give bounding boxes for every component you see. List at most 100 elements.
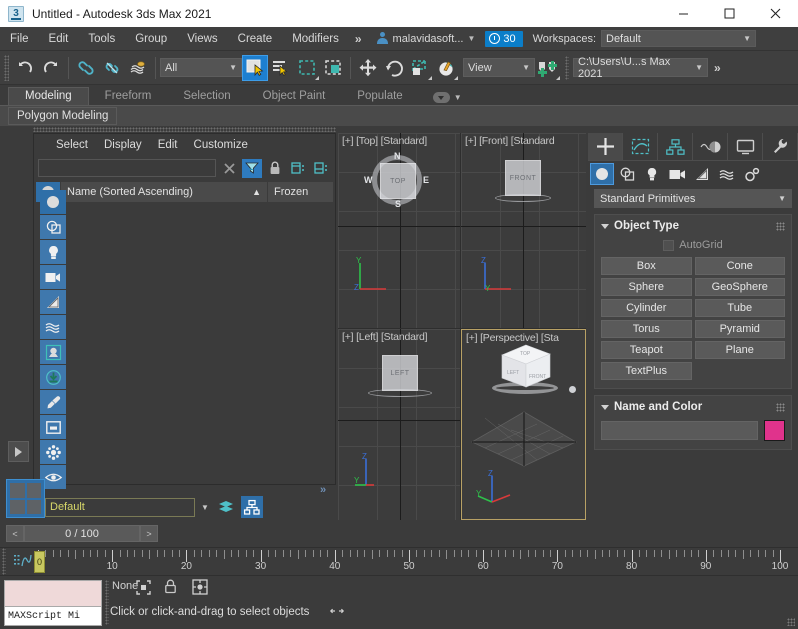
bind-to-space-warp-icon[interactable] xyxy=(125,55,151,81)
space-warps-icon[interactable] xyxy=(715,163,739,185)
plane-button[interactable]: Plane xyxy=(694,341,785,359)
cameras-icon[interactable] xyxy=(40,265,66,289)
viewcube[interactable]: FRONT xyxy=(505,160,541,196)
menu-views[interactable]: Views xyxy=(177,30,227,48)
helpers-icon[interactable] xyxy=(40,290,66,314)
viewcube[interactable]: TOP xyxy=(380,163,416,199)
account-menu[interactable]: malavidasoft... ▼ xyxy=(372,30,480,47)
torus-button[interactable]: Torus xyxy=(601,320,692,338)
toolbar-grip[interactable] xyxy=(4,54,9,81)
shapes-icon[interactable] xyxy=(615,163,639,185)
hierarchy-tab-icon[interactable] xyxy=(658,133,693,160)
rollout-name-and-color-header[interactable]: Name and Color xyxy=(601,400,785,418)
selection-lock-icon[interactable] xyxy=(164,579,177,597)
object-name-input[interactable] xyxy=(601,421,758,440)
curve-editor-icon[interactable] xyxy=(14,553,32,571)
viewport-top[interactable]: TOP N W E S YZ [+] [Top] [Standard] xyxy=(338,133,460,328)
helpers-icon[interactable] xyxy=(690,163,714,185)
toolbar-overflow-chevron[interactable]: » xyxy=(708,58,727,78)
explorer-menu-edit[interactable]: Edit xyxy=(158,139,178,151)
explorer-search-input[interactable] xyxy=(38,159,216,177)
close-icon[interactable] xyxy=(752,0,798,27)
window-resize-grip[interactable] xyxy=(787,618,795,626)
maxscript-mini-listener[interactable]: MAXScript Mi xyxy=(4,580,102,626)
viewport-label-left[interactable]: [+] [Left] [Standard] xyxy=(342,331,428,343)
explorer-drag-grip[interactable] xyxy=(33,127,336,132)
select-and-uniform-scale-icon[interactable] xyxy=(407,55,433,81)
lock-selection-icon[interactable] xyxy=(136,580,151,598)
expand-toolbar-button[interactable] xyxy=(8,441,29,462)
previous-frame-button[interactable]: < xyxy=(6,525,24,542)
viewcube[interactable]: TOP LEFT FRONT xyxy=(500,344,554,396)
viewcube-ring[interactable] xyxy=(368,389,432,397)
menu-create[interactable]: Create xyxy=(228,30,283,48)
explorer-column-name[interactable]: Name (Sorted Ascending) ▲ xyxy=(60,182,267,202)
project-folder-select[interactable]: C:\Users\U...s Max 2021 ▼ xyxy=(573,56,708,80)
archive-icon[interactable] xyxy=(40,415,66,439)
lock-icon[interactable] xyxy=(265,159,285,178)
trial-days-badge[interactable]: 30 xyxy=(485,30,523,47)
lights-icon[interactable] xyxy=(640,163,664,185)
viewport-label-front[interactable]: [+] [Front] [Standard xyxy=(465,135,555,147)
scene-explorer-icon[interactable] xyxy=(241,496,263,518)
tab-modeling[interactable]: Modeling xyxy=(8,87,89,105)
use-pivot-point-center-icon[interactable] xyxy=(535,55,561,81)
minimize-icon[interactable] xyxy=(660,0,706,27)
cone-button[interactable]: Cone xyxy=(694,257,785,275)
viewport-label-top[interactable]: [+] [Top] [Standard] xyxy=(342,135,427,147)
menu-tools[interactable]: Tools xyxy=(78,30,125,48)
box-button[interactable]: Box xyxy=(601,257,692,275)
next-frame-button[interactable]: > xyxy=(140,525,158,542)
menu-file[interactable]: File xyxy=(0,30,39,48)
geometry-icon[interactable] xyxy=(40,190,66,214)
undo-icon[interactable] xyxy=(12,55,38,81)
viewport-perspective[interactable]: TOP LEFT FRONT ZY [+] [Perspective] [Sta xyxy=(461,329,586,520)
viewport-front[interactable]: FRONT ZY [+] [Front] [Standard xyxy=(461,133,586,328)
textplus-button[interactable]: TextPlus xyxy=(601,362,692,380)
eyedropper-icon[interactable] xyxy=(40,390,66,414)
select-and-move-icon[interactable] xyxy=(355,55,381,81)
explorer-menu-customize[interactable]: Customize xyxy=(194,139,248,151)
subtab-polygon-modeling[interactable]: Polygon Modeling xyxy=(8,107,118,125)
lights-icon[interactable] xyxy=(40,240,66,264)
chevron-down-icon[interactable]: ▼ xyxy=(199,503,211,512)
select-and-link-icon[interactable] xyxy=(73,55,99,81)
window-crossing-icon[interactable] xyxy=(320,55,346,81)
autogrid-row[interactable]: AutoGrid xyxy=(601,237,785,257)
create-tab-icon[interactable] xyxy=(588,133,623,160)
motion-tab-icon[interactable] xyxy=(693,133,728,160)
geosphere-button[interactable]: GeoSphere xyxy=(694,278,785,296)
maximize-icon[interactable] xyxy=(706,0,752,27)
current-layer-select[interactable]: Default xyxy=(45,497,195,517)
sphere-button[interactable]: Sphere xyxy=(601,278,692,296)
workspace-select[interactable]: Default ▼ xyxy=(601,30,756,47)
absolute-relative-transform-icon[interactable] xyxy=(192,579,208,598)
viewport-label-perspective[interactable]: [+] [Perspective] [Sta xyxy=(466,332,559,344)
snapshot-icon[interactable] xyxy=(40,440,66,464)
transform-spinner-arrows-icon[interactable] xyxy=(329,606,345,619)
time-slider-handle[interactable]: 0 xyxy=(34,551,45,573)
select-object-icon[interactable] xyxy=(242,54,268,81)
clear-search-icon[interactable] xyxy=(219,159,239,178)
utilities-tab-icon[interactable] xyxy=(763,133,798,160)
menu-group[interactable]: Group xyxy=(125,30,177,48)
shapes-icon[interactable] xyxy=(40,215,66,239)
redo-icon[interactable] xyxy=(38,55,64,81)
menu-modifiers[interactable]: Modifiers xyxy=(282,30,349,48)
tab-object-paint[interactable]: Object Paint xyxy=(247,88,342,105)
menu-edit[interactable]: Edit xyxy=(39,30,79,48)
import-icon[interactable] xyxy=(40,365,66,389)
tube-button[interactable]: Tube xyxy=(694,299,785,317)
select-by-name-icon[interactable] xyxy=(268,55,294,81)
systems-icon[interactable] xyxy=(40,340,66,364)
explorer-column-frozen[interactable]: Frozen xyxy=(267,182,333,202)
explorer-menu-select[interactable]: Select xyxy=(56,139,88,151)
cylinder-button[interactable]: Cylinder xyxy=(601,299,692,317)
menu-overflow-chevron[interactable]: » xyxy=(349,29,368,49)
primitive-category-select[interactable]: Standard Primitives ▼ xyxy=(594,189,792,208)
quad-menu-icon[interactable] xyxy=(6,479,45,518)
ribbon-minimize-dropdown[interactable]: ▼ xyxy=(432,92,462,105)
autogrid-checkbox[interactable] xyxy=(663,239,675,251)
select-and-place-icon[interactable] xyxy=(433,55,459,81)
object-color-swatch[interactable] xyxy=(764,420,785,441)
